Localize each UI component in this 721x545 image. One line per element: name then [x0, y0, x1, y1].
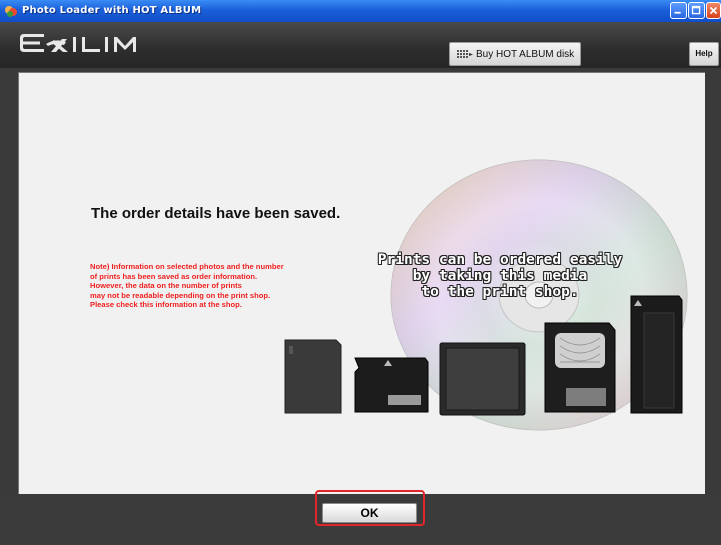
memory-cards-group: [284, 295, 683, 416]
ok-button[interactable]: OK: [322, 503, 417, 523]
smartmedia-card-image: [544, 322, 616, 413]
memory-stick-image: [630, 295, 683, 414]
xd-card-image: [354, 357, 429, 413]
compactflash-card-image: [439, 342, 526, 416]
sd-card-image: [284, 339, 342, 414]
